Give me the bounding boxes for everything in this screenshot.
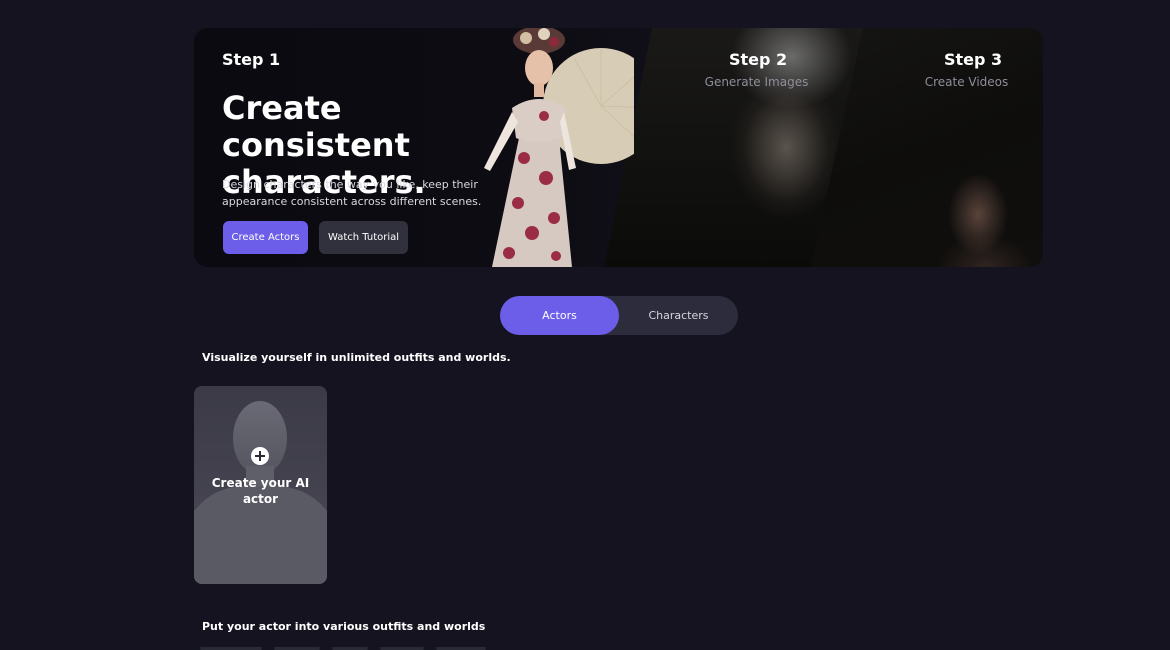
- tab-actors[interactable]: Actors: [500, 296, 619, 335]
- tab-characters[interactable]: Characters: [619, 296, 738, 335]
- create-actors-button[interactable]: Create Actors: [223, 221, 308, 254]
- step1-label: Step 1: [222, 50, 281, 69]
- actor-type-tabs: Actors Characters: [500, 296, 738, 335]
- hero-banner: Step 1 Create consistent characters. Des…: [194, 28, 1043, 267]
- actors-section-heading: Visualize yourself in unlimited outfits …: [202, 351, 511, 364]
- plus-icon: [251, 447, 269, 465]
- step2-label: Step 2: [729, 50, 788, 69]
- outfits-section-heading: Put your actor into various outfits and …: [202, 620, 486, 633]
- create-ai-actor-card[interactable]: Create your AI actor: [194, 386, 327, 584]
- create-ai-actor-label: Create your AI actor: [211, 476, 310, 506]
- hero-description: Design characters the way you like, keep…: [222, 178, 482, 208]
- watch-tutorial-button[interactable]: Watch Tutorial: [319, 221, 408, 254]
- step2-subtitle: Generate Images: [704, 75, 809, 89]
- step3-subtitle: Create Videos: [924, 75, 1009, 89]
- step3-label: Step 3: [944, 50, 1003, 69]
